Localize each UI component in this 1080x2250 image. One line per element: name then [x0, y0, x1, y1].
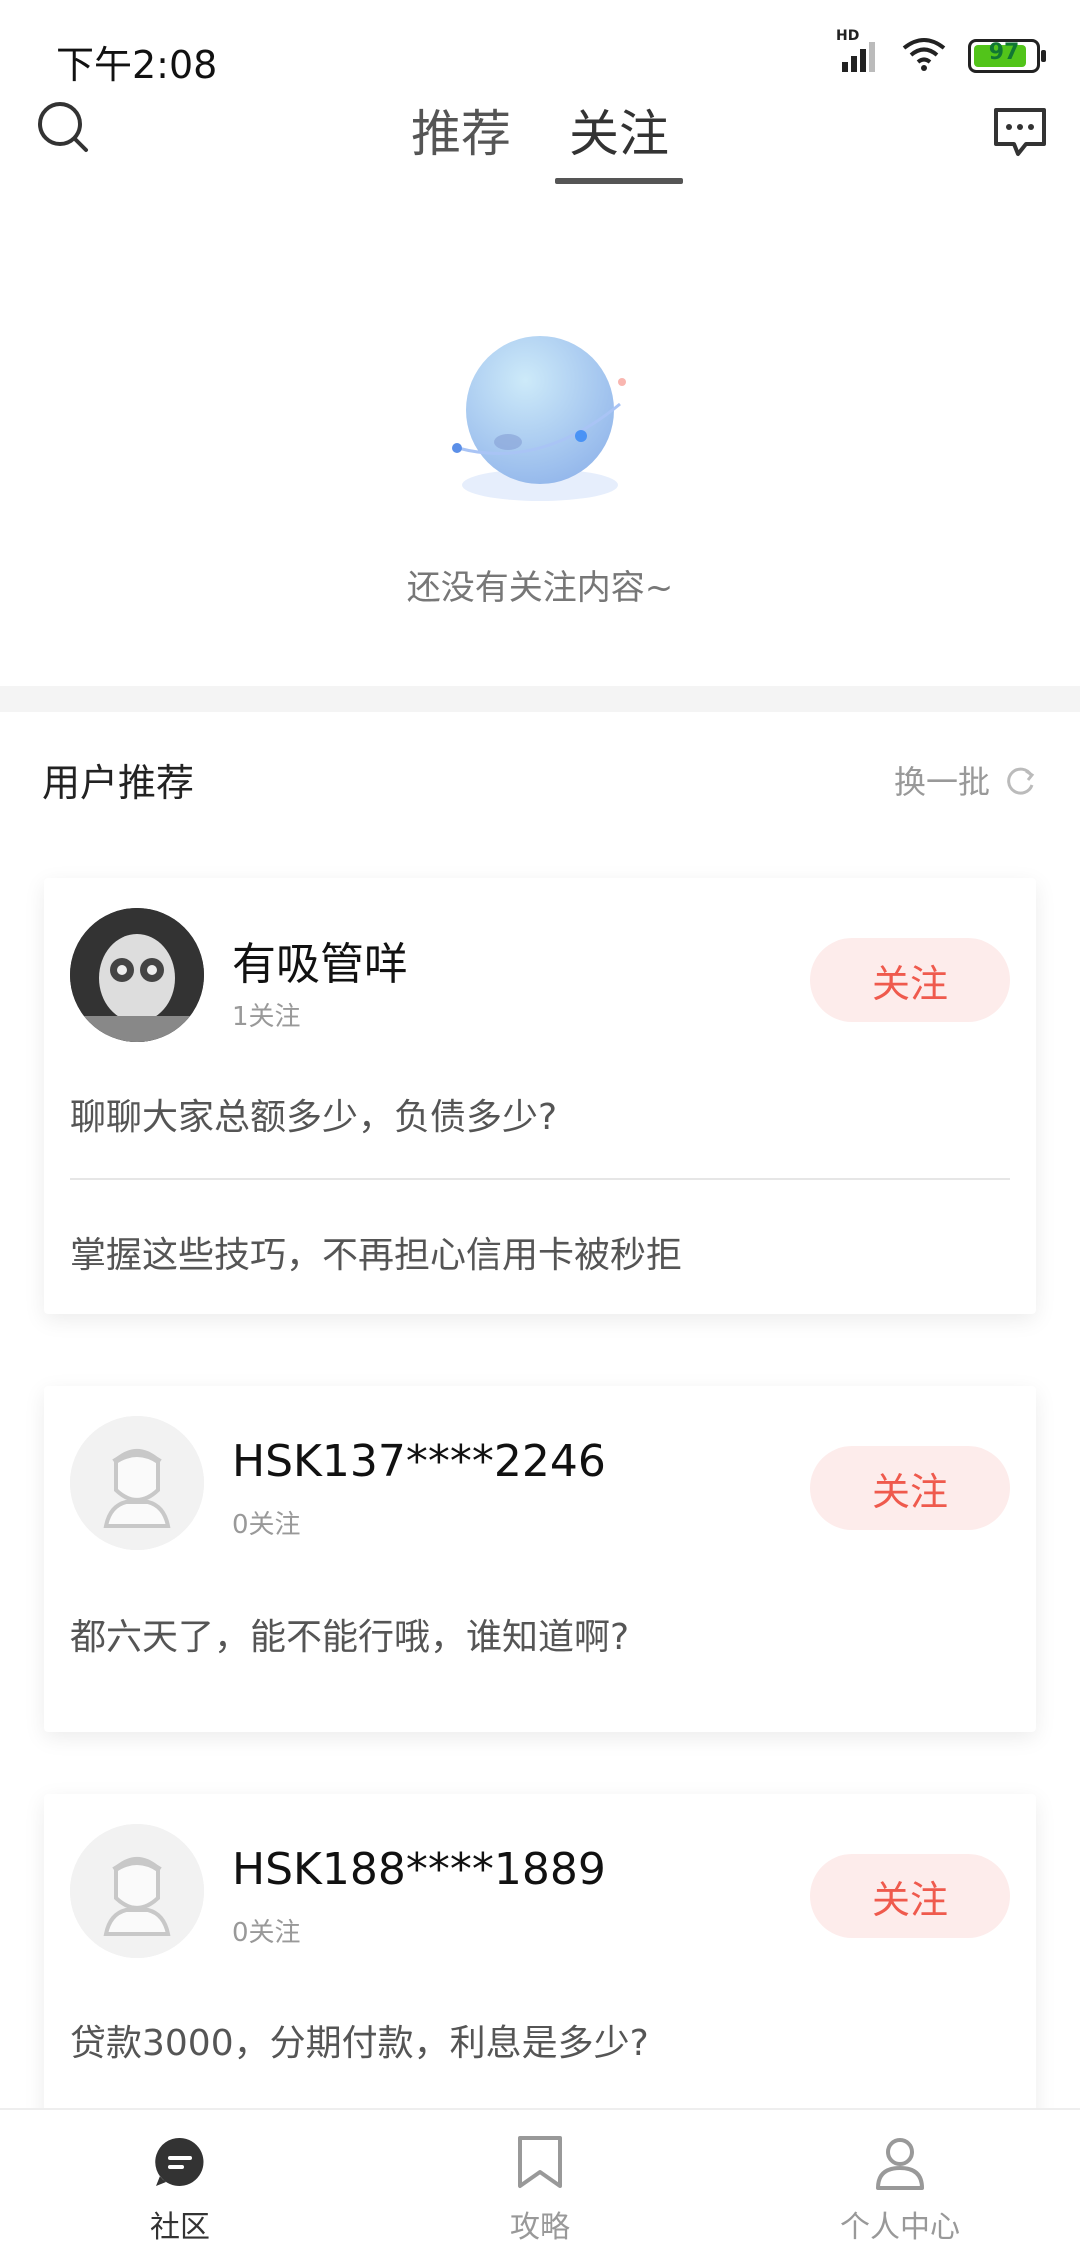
- status-icons: HD 97: [836, 28, 1046, 76]
- person-icon: [876, 2138, 924, 2190]
- post-title[interactable]: 贷款3000，分期付款，利息是多少?: [70, 2014, 649, 2066]
- user-name[interactable]: 有吸管咩: [232, 928, 408, 992]
- follow-button[interactable]: 关注: [810, 1854, 1010, 1938]
- user-card[interactable]: HSK188****1889 0关注 关注 贷款3000，分期付款，利息是多少?: [44, 1794, 1036, 2134]
- follow-count: 0关注: [232, 1510, 301, 1540]
- battery-icon: 97: [968, 39, 1046, 73]
- nav-label: 个人中心: [840, 2210, 960, 2245]
- refresh-label: 换一批: [893, 763, 990, 801]
- avatar[interactable]: [70, 1416, 204, 1550]
- follow-button[interactable]: 关注: [810, 938, 1010, 1022]
- empty-state: 还没有关注内容~: [0, 200, 1080, 686]
- signal-icon: HD: [836, 28, 880, 74]
- post-title[interactable]: 都六天了，能不能行哦，谁知道啊?: [70, 1608, 629, 1660]
- post-title[interactable]: 聊聊大家总额多少，负债多少?: [70, 1088, 557, 1140]
- nav-label: 攻略: [510, 2210, 570, 2245]
- avatar[interactable]: [70, 1824, 204, 1958]
- nav-item-profile[interactable]: 个人中心: [720, 2110, 1080, 2250]
- battery-percent: 97: [988, 40, 1020, 65]
- planet-illustration: [452, 336, 626, 501]
- refresh-icon: [1007, 767, 1035, 795]
- user-name[interactable]: HSK188****1889: [232, 1844, 606, 1895]
- default-avatar-icon: [70, 1416, 204, 1550]
- message-button[interactable]: [990, 104, 1050, 160]
- message-icon: [994, 108, 1046, 156]
- user-name[interactable]: HSK137****2246: [232, 1436, 606, 1487]
- avatar[interactable]: [70, 908, 204, 1042]
- top-header: 推荐 关注: [0, 90, 1080, 200]
- user-photo: [70, 908, 204, 1042]
- battery-tip: [1041, 50, 1046, 62]
- tab-recommend[interactable]: 推荐: [397, 90, 525, 184]
- section-title: 用户推荐: [42, 761, 195, 805]
- user-card[interactable]: HSK137****2246 0关注 关注 都六天了，能不能行哦，谁知道啊?: [44, 1386, 1036, 1732]
- bookmark-icon: [518, 2136, 562, 2188]
- empty-message: 还没有关注内容~: [406, 568, 674, 608]
- nav-item-community[interactable]: 社区: [0, 2110, 360, 2250]
- user-card[interactable]: 有吸管咩 1关注 关注 聊聊大家总额多少，负债多少? 掌握这些技巧，不再担心信用…: [44, 878, 1036, 1314]
- tab-following[interactable]: 关注: [555, 90, 683, 184]
- section-divider: [0, 686, 1080, 712]
- community-icon: [155, 2137, 204, 2186]
- status-bar: 下午2:08 HD 97: [0, 0, 1080, 90]
- follow-count: 0关注: [232, 1918, 301, 1948]
- default-avatar-icon: [70, 1824, 204, 1958]
- bottom-nav: 社区 攻略 个人中心: [0, 2108, 1080, 2250]
- post-divider: [70, 1178, 1010, 1180]
- follow-count: 1关注: [232, 1002, 301, 1032]
- tab-bar: 推荐 关注: [0, 90, 1080, 184]
- post-title[interactable]: 掌握这些技巧，不再担心信用卡被秒拒: [70, 1226, 682, 1278]
- wifi-icon: [902, 36, 946, 76]
- refresh-button[interactable]: 换一批: [894, 757, 1038, 803]
- nav-label: 社区: [150, 2210, 210, 2245]
- nav-item-guide[interactable]: 攻略: [360, 2110, 720, 2250]
- status-time: 下午2:08: [56, 43, 218, 87]
- follow-button[interactable]: 关注: [810, 1446, 1010, 1530]
